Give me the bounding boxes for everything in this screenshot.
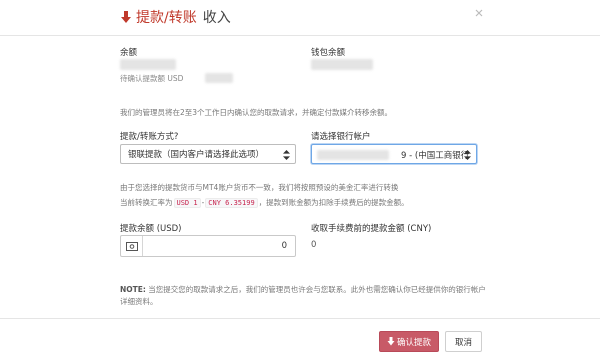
pending-withdrawal-text: 待确认提款额 USD [120, 74, 184, 83]
withdrawal-method-select[interactable]: 银联提款（国内客户请选择此选项） [120, 144, 296, 164]
note-text: 当您提交您的取款请求之后，我们的管理员也许会与您联系。此外也需您确认你已经提供你… [120, 285, 486, 306]
close-icon[interactable] [474, 8, 484, 18]
withdrawal-amount-value: 0 [281, 241, 287, 251]
withdrawal-note: NOTE: 当您提交您的取款请求之后，我们的管理员也许会与您联系。此外也需您确认… [120, 284, 490, 308]
modal-subtitle: 收入 [202, 10, 231, 26]
exchange-note-line1: 由于您选择的提款货币与MT4账户货币不一致，我们将按照预设的美金汇率进行转换 [120, 183, 399, 192]
select-caret-icon [283, 150, 290, 160]
exchange-note-line2: 当前转换汇率为 USD 1- CNY 6.35199 ，提款到账金额为扣除手续费后的提… [120, 198, 409, 208]
arrow-down-icon [387, 337, 395, 346]
modal-title: 提款/转账 收入 [120, 6, 231, 28]
note-prefix: NOTE: [120, 285, 146, 294]
net-amount-value: 0 [311, 240, 317, 250]
select-caret-icon [464, 150, 471, 160]
withdrawal-modal: 提款/转账 收入 余额 待确认提款额 USD 钱包余额 我们的管理员将在2至3个… [0, 0, 600, 360]
money-icon [121, 236, 143, 256]
bank-account-number-redacted [317, 150, 389, 160]
modal-header: 提款/转账 收入 [0, 0, 600, 36]
processing-note: 我们的管理员将在2至3个工作日内确认您的取款请求，并确定付款媒介转移余额。 [120, 108, 393, 117]
rate-to-code: CNY 6.35199 [205, 198, 258, 208]
arrow-down-icon [120, 10, 132, 24]
bank-account-select[interactable]: 9 - (中国工商银行 [311, 144, 477, 164]
amount-label: 提款余额 (USD) [120, 224, 182, 234]
cancel-button-label: 取消 [454, 337, 472, 348]
net-amount-label: 收取手续费前的提款金额 (CNY) [311, 224, 432, 234]
confirm-withdrawal-button[interactable]: 确认提款 [379, 331, 439, 352]
pending-value-redacted [205, 73, 233, 83]
modal-footer-divider [0, 318, 600, 319]
balance-label: 余额 [120, 48, 138, 58]
confirm-button-label: 确认提款 [396, 337, 431, 348]
bank-account-value: 9 - (中国工商银行 [401, 151, 470, 161]
rate-from-code: USD 1 [173, 198, 201, 208]
withdrawal-amount-input[interactable]: 0 [120, 235, 296, 257]
cancel-button[interactable]: 取消 [445, 331, 482, 352]
wallet-balance-label: 钱包余额 [311, 48, 346, 58]
wallet-balance-redacted [311, 59, 373, 70]
balance-value-redacted [120, 59, 176, 70]
withdrawal-method-value: 银联提款（国内客户请选择此选项） [128, 150, 265, 160]
method-label: 提款/转账方式? [120, 132, 179, 142]
modal-title-text: 提款/转账 [136, 10, 197, 26]
bank-account-label: 请选择银行帐户 [311, 132, 371, 142]
